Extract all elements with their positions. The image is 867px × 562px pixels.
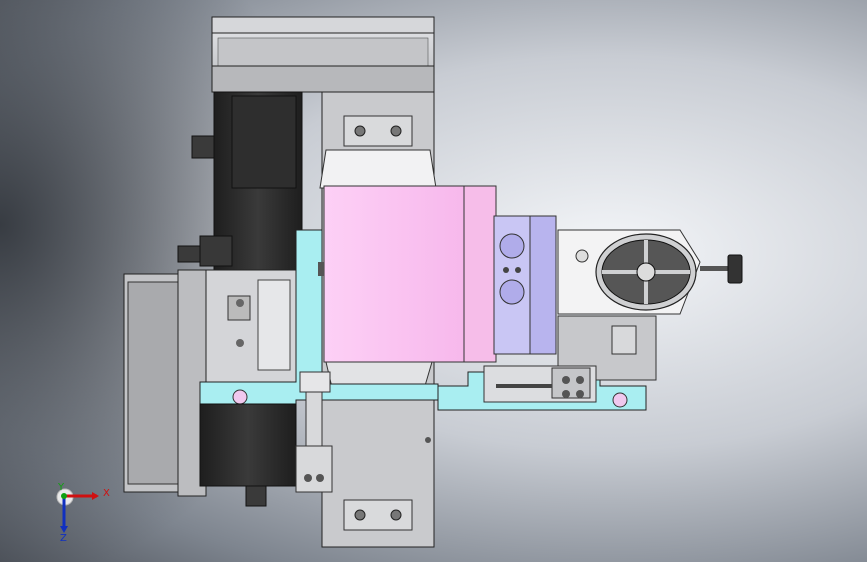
lavender-clamp[interactable] bbox=[493, 215, 557, 355]
coordinate-triad bbox=[56, 488, 99, 533]
dial-head[interactable] bbox=[557, 229, 701, 315]
y-axis-label: Y bbox=[58, 482, 65, 493]
adjust-knob[interactable] bbox=[700, 254, 743, 284]
assembly-drawing bbox=[56, 16, 743, 548]
cad-viewport[interactable]: X Y Z bbox=[0, 0, 867, 562]
top-housing[interactable] bbox=[211, 16, 435, 93]
pink-carriage-block[interactable] bbox=[318, 185, 497, 363]
x-axis-label: X bbox=[103, 488, 110, 499]
z-axis-label: Z bbox=[60, 533, 67, 544]
upper-motor[interactable] bbox=[177, 91, 303, 271]
